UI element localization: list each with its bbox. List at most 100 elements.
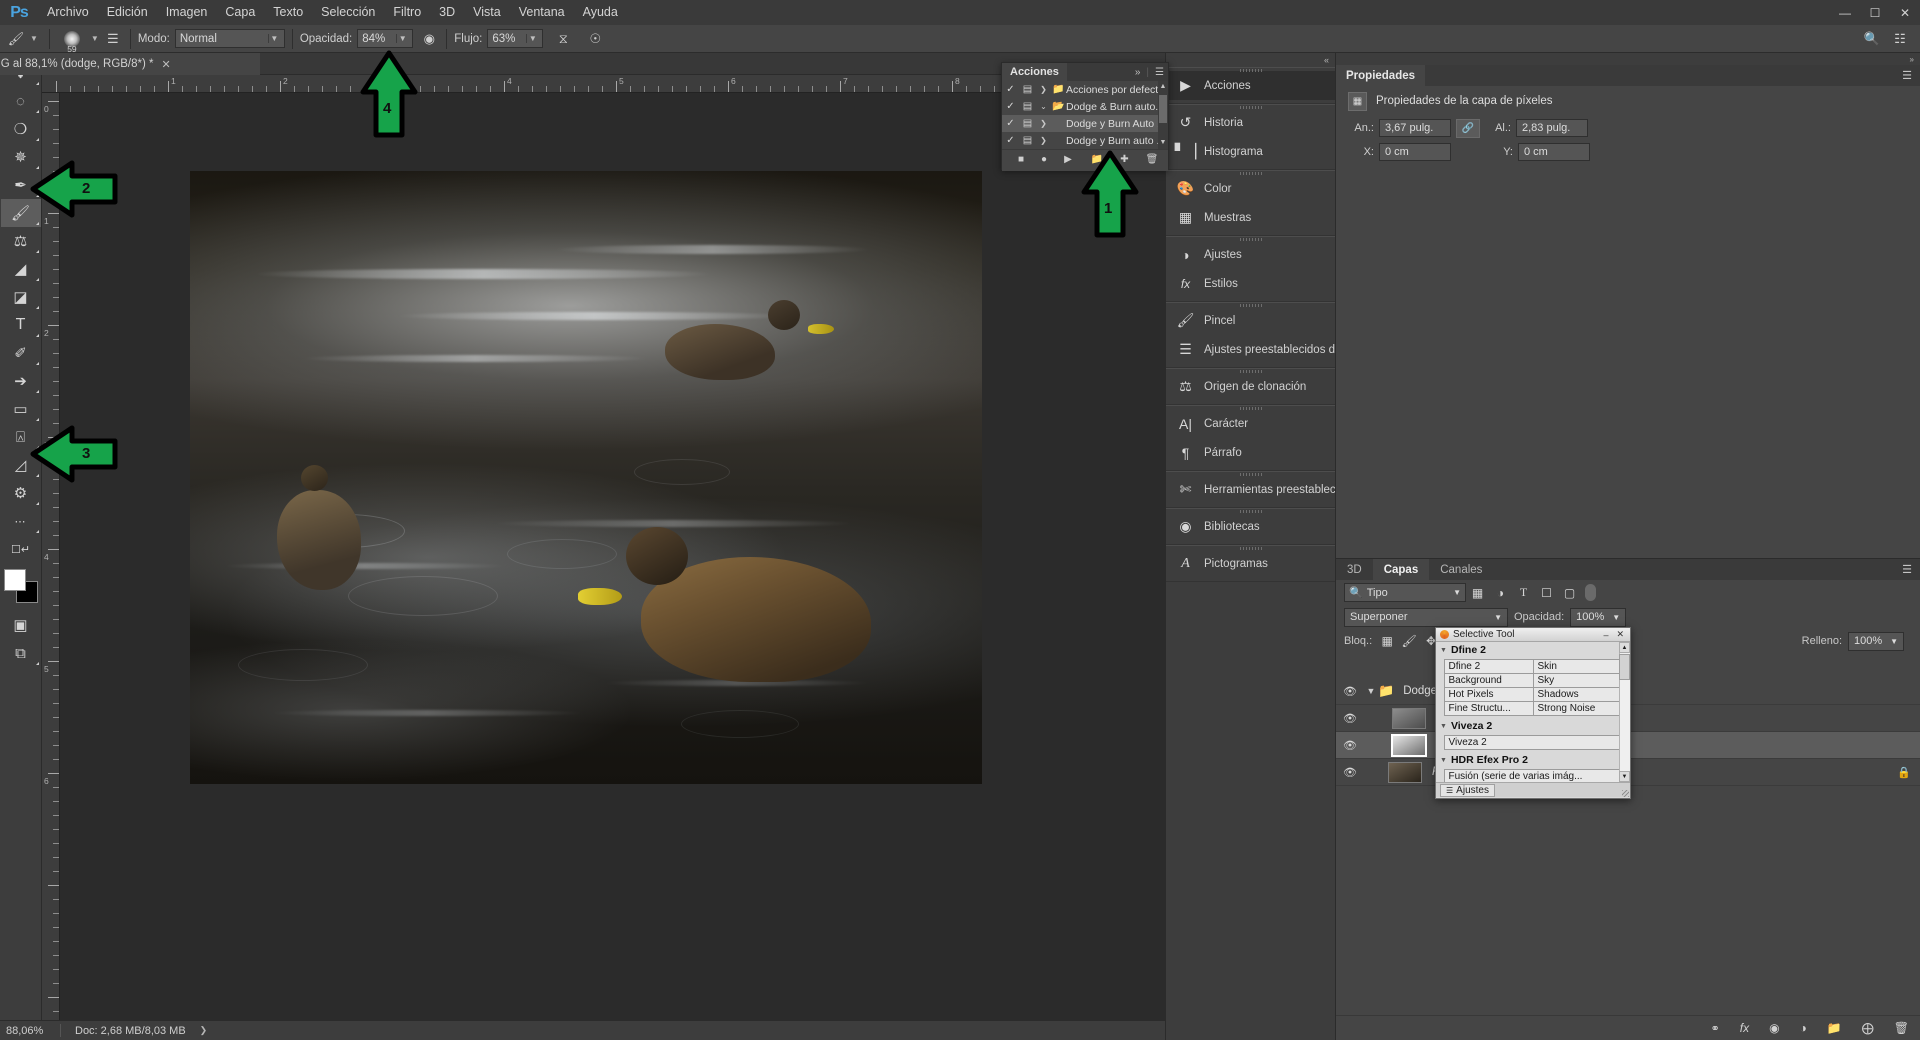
sidebar-item-histograma[interactable]: ▘▕ Histograma xyxy=(1166,137,1335,166)
eye-icon[interactable]: 👁 xyxy=(1336,712,1364,725)
menu-vista[interactable]: Vista xyxy=(464,0,510,25)
drag-grip[interactable] xyxy=(1239,69,1262,72)
sidebar-item-muestras[interactable]: ▦ Muestras xyxy=(1166,203,1335,232)
y-input[interactable]: 0 cm xyxy=(1518,143,1590,161)
menu-ayuda[interactable]: Ayuda xyxy=(574,0,627,25)
action-row-selected[interactable]: ✓ ▤ ❯ Dodge y Burn Auto ... xyxy=(1002,115,1168,132)
sidebar-item-origen-clonacion[interactable]: ⚖ Origen de clonación xyxy=(1166,372,1335,401)
close-icon[interactable]: ✕ xyxy=(1890,0,1920,25)
fill-input[interactable]: 100% ▼ xyxy=(1848,631,1904,651)
tab-propiedades[interactable]: Propiedades xyxy=(1336,65,1426,86)
chevron-up-icon[interactable]: ▲ xyxy=(1159,82,1167,92)
chevron-down-icon[interactable]: ▼ xyxy=(1159,138,1167,148)
adjustment-filter-icon[interactable]: ◑ xyxy=(1489,586,1512,600)
section-hdr-efex-pro2[interactable]: ▼ HDR Efex Pro 2 xyxy=(1436,752,1630,768)
brush-settings-icon[interactable]: ☰ xyxy=(103,29,123,49)
tool-shape[interactable]: ▭ xyxy=(1,395,41,423)
scroll-up-icon[interactable]: ▲ xyxy=(1619,642,1630,653)
swap-colors-icon[interactable]: ☐↵ xyxy=(1,535,41,563)
selective-tool-scrollbar[interactable]: ▲ ▼ xyxy=(1619,642,1630,782)
blend-mode-select[interactable]: Superponer ▼ xyxy=(1344,607,1508,627)
dialog-toggle-icon[interactable]: ▤ xyxy=(1019,84,1036,95)
sidebar-item-parrafo[interactable]: ¶ Párrafo xyxy=(1166,438,1335,467)
double-chevron-icon[interactable]: » xyxy=(1135,67,1141,78)
menu-ventana[interactable]: Ventana xyxy=(510,0,574,25)
sidebar-item-historia[interactable]: ↺ Historia xyxy=(1166,108,1335,137)
drag-grip[interactable] xyxy=(1239,238,1262,241)
tab-canales[interactable]: Canales xyxy=(1429,559,1493,580)
chevron-right-icon[interactable]: ❯ xyxy=(1036,119,1051,128)
tab-capas[interactable]: Capas xyxy=(1372,559,1430,580)
height-input[interactable]: 2,83 pulg. xyxy=(1516,119,1588,137)
chevron-down-icon[interactable]: ▼ xyxy=(91,34,99,43)
add-style-fx-icon[interactable]: fx xyxy=(1740,1021,1749,1035)
x-input[interactable]: 0 cm xyxy=(1379,143,1451,161)
brush-icon[interactable]: 🖌 xyxy=(6,29,26,49)
tool-lasso[interactable]: ❍ xyxy=(1,115,41,143)
action-check[interactable]: ✓ xyxy=(1002,101,1019,112)
button-viveza2[interactable]: Viveza 2 xyxy=(1443,734,1624,750)
selective-tool-titlebar[interactable]: Selective Tool – ✕ xyxy=(1436,628,1630,642)
chevron-right-icon[interactable]: ❯ xyxy=(1036,136,1051,145)
tool-pen[interactable]: ✐ xyxy=(1,339,41,367)
button-sky[interactable]: Sky xyxy=(1532,672,1623,688)
sidebar-item-bibliotecas[interactable]: ◉ Bibliotecas xyxy=(1166,512,1335,541)
lock-transparent-icon[interactable]: ▦ xyxy=(1376,634,1398,648)
tool-more[interactable]: ⋯ xyxy=(1,507,41,535)
tool-healing-brush[interactable]: ⚙ xyxy=(1,479,41,507)
action-check[interactable]: ✓ xyxy=(1002,118,1019,129)
close-icon[interactable]: ✕ xyxy=(162,58,171,71)
smart-object-filter-icon[interactable]: ▢ xyxy=(1558,586,1581,600)
tool-eraser[interactable]: ◢ xyxy=(1,255,41,283)
close-icon[interactable]: ✕ xyxy=(1614,629,1626,640)
airbrush-icon[interactable]: ◉ xyxy=(419,29,439,49)
eye-icon[interactable]: 👁 xyxy=(1336,685,1364,698)
filter-toggle-icon[interactable] xyxy=(1585,584,1596,601)
delete-layer-icon[interactable]: 🗑 xyxy=(1894,1021,1909,1035)
button-strong-noise[interactable]: Strong Noise xyxy=(1532,700,1623,716)
screen-mode-icon[interactable]: ⧉ xyxy=(1,639,41,667)
menu-filtro[interactable]: Filtro xyxy=(384,0,430,25)
quick-mask-icon[interactable]: ▣ xyxy=(1,611,41,639)
chevron-down-icon[interactable]: ⌄ xyxy=(1036,102,1051,111)
scrollbar-thumb[interactable] xyxy=(1159,95,1167,123)
delete-icon[interactable]: 🗑 xyxy=(1146,154,1159,165)
dialog-toggle-icon[interactable]: ▤ xyxy=(1019,101,1036,112)
minimize-icon[interactable]: – xyxy=(1601,630,1610,640)
canvas-area[interactable] xyxy=(60,93,1165,1020)
lock-image-icon[interactable]: 🖌 xyxy=(1398,634,1420,648)
new-adjustment-icon[interactable]: ◑ xyxy=(1800,1021,1807,1035)
action-check[interactable]: ✓ xyxy=(1002,84,1019,95)
color-chips[interactable] xyxy=(1,567,41,607)
button-fusion[interactable]: Fusión (serie de varias imág... xyxy=(1443,768,1624,782)
menu-archivo[interactable]: Archivo xyxy=(38,0,98,25)
record-icon[interactable]: ● xyxy=(1041,154,1047,165)
scrollbar-thumb[interactable] xyxy=(1619,654,1630,680)
chevron-right-icon[interactable]: ❯ xyxy=(1036,85,1051,94)
action-row[interactable]: ✓ ▤ ❯ 📁 Acciones por defecto xyxy=(1002,81,1168,98)
tool-type[interactable]: T xyxy=(1,311,41,339)
action-check[interactable]: ✓ xyxy=(1002,135,1019,146)
button-background[interactable]: Background xyxy=(1443,672,1534,688)
opacity-input[interactable]: 84% ▼ xyxy=(357,29,414,48)
dialog-toggle-icon[interactable]: ▤ xyxy=(1019,135,1036,146)
dialog-toggle-icon[interactable]: ▤ xyxy=(1019,118,1036,129)
menu-3d[interactable]: 3D xyxy=(430,0,464,25)
panel-menu-icon[interactable]: ☰ xyxy=(1902,563,1912,576)
link-icon[interactable]: 🔗 xyxy=(1456,118,1480,138)
workspace-icon[interactable]: ☷ xyxy=(1890,29,1910,49)
button-hot-pixels[interactable]: Hot Pixels xyxy=(1443,686,1534,702)
chevron-down-icon[interactable]: ▼ xyxy=(30,34,38,43)
tool-marquee[interactable]: ◌ xyxy=(1,87,41,115)
button-skin[interactable]: Skin xyxy=(1532,658,1623,674)
dock-collapse-button[interactable]: « xyxy=(1166,53,1335,67)
sidebar-item-caracter[interactable]: A| Carácter xyxy=(1166,409,1335,438)
menu-texto[interactable]: Texto xyxy=(264,0,312,25)
footer-tab-ajustes[interactable]: ☰ Ajustes xyxy=(1440,783,1495,797)
selective-tool-panel[interactable]: Selective Tool – ✕ ▼ Dfine 2 Dfine 2 Ski… xyxy=(1435,627,1631,799)
sidebar-item-estilos[interactable]: fx Estilos xyxy=(1166,269,1335,298)
type-filter-icon[interactable]: T xyxy=(1512,585,1535,600)
drag-grip[interactable] xyxy=(1239,370,1262,373)
double-chevron-icon[interactable]: » xyxy=(1910,55,1914,64)
action-row[interactable]: ✓ ▤ ⌄ 📂 Dodge & Burn auto... xyxy=(1002,98,1168,115)
